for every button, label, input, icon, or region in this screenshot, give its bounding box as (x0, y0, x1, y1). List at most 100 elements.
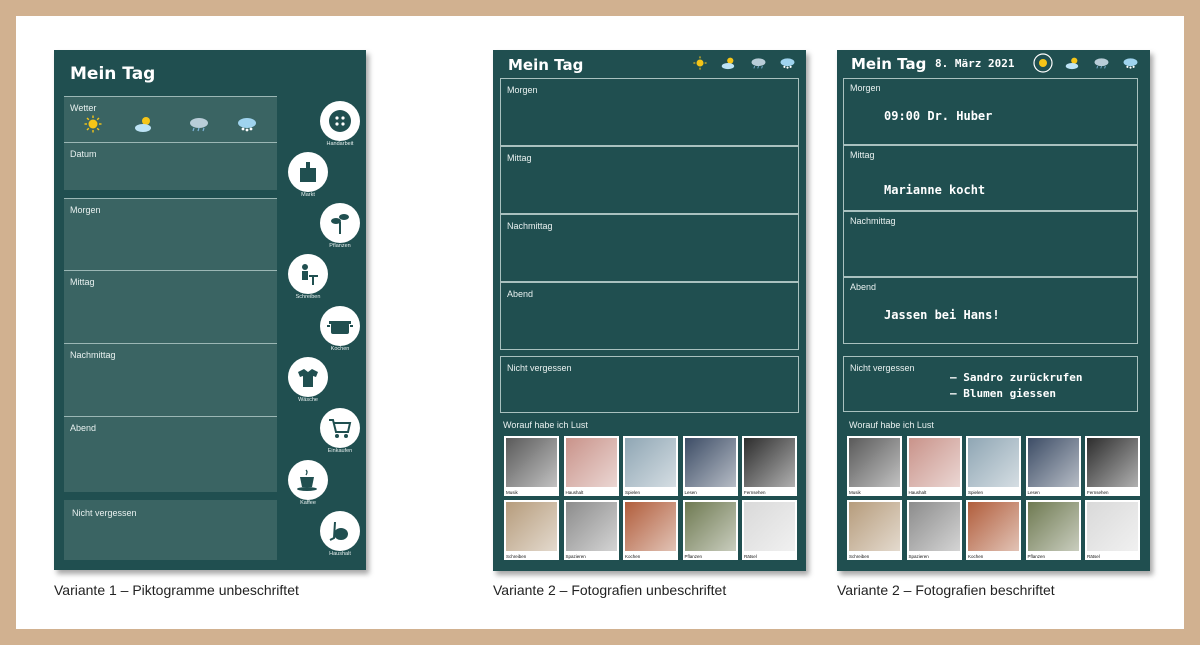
photo-label: Schreiben (506, 554, 527, 559)
photo-card-musik[interactable]: Musik (504, 436, 559, 496)
photo-card-musik[interactable]: Musik (847, 436, 902, 496)
photo-card-lesen[interactable]: Lesen (682, 436, 738, 496)
caption-variant-2b: Variante 2 – Fotografien beschriftet (837, 582, 1055, 598)
rain-cloud-icon[interactable] (188, 115, 210, 133)
photo-card-schreiben[interactable]: Schreiben (504, 500, 559, 560)
nicht-vergessen-panel[interactable]: Nicht vergessen (500, 356, 799, 413)
button-icon[interactable] (320, 101, 360, 141)
section-abend[interactable]: Abend (500, 282, 799, 350)
section-label: Nachmittag (850, 216, 896, 226)
date-text: 8. März 2021 (935, 57, 1015, 70)
sun-icon[interactable] (693, 56, 707, 70)
pictogram-label: Schreiben (295, 294, 321, 300)
pictogram-label: Kaffee (300, 500, 316, 506)
nicht-vergessen-panel[interactable]: Nicht vergessen (64, 500, 277, 560)
board-title: Mein Tag (70, 64, 156, 84)
photo-card-haushalt[interactable]: Haushalt (906, 436, 962, 496)
photo-image (506, 502, 557, 551)
photo-card-rätsel[interactable]: Rätsel (1085, 500, 1140, 560)
sun-cloud-icon[interactable] (721, 56, 738, 70)
shopping-cart-icon[interactable] (320, 408, 360, 448)
photo-label: Spielen (625, 490, 641, 495)
photo-card-spielen[interactable]: Spielen (623, 436, 678, 496)
section-label: Nachmittag (70, 350, 116, 360)
photo-card-fernsehen[interactable]: Fernsehen (1085, 436, 1140, 496)
section-label: Nachmittag (507, 221, 553, 231)
snow-cloud-icon[interactable] (1122, 56, 1139, 70)
laundry-icon[interactable] (288, 357, 328, 397)
plant-icon[interactable] (320, 203, 360, 243)
photo-image (565, 502, 617, 551)
pictogram-label: Haushalt (329, 551, 351, 557)
lust-label: Worauf habe ich Lust (849, 420, 934, 430)
photo-image (968, 502, 1019, 551)
board-variant-1: Mein Tag Wetter Datum Morgen Mittag Nach… (54, 50, 366, 570)
sun-cloud-icon[interactable] (1065, 56, 1082, 70)
photo-card-kochen[interactable]: Kochen (623, 500, 678, 560)
photo-label: Lesen (1027, 490, 1040, 495)
section-abend[interactable]: Abend (64, 416, 277, 492)
photo-label: Musik (506, 490, 518, 495)
pictogram-label: Wäsche (298, 397, 318, 403)
rain-cloud-icon[interactable] (1093, 56, 1110, 70)
photo-image (1027, 438, 1079, 487)
section-label: Mittag (70, 277, 95, 287)
pictogram-label: Kochen (330, 346, 350, 352)
board-variant-2b: Mein Tag 8. März 2021 Morgen 09:00 Dr. H… (837, 50, 1150, 571)
photo-label: Spielen (968, 490, 984, 495)
date-panel[interactable]: Datum (64, 142, 277, 190)
photo-card-schreiben[interactable]: Schreiben (847, 500, 902, 560)
coffee-icon[interactable] (288, 460, 328, 500)
section-nachmittag[interactable]: Nachmittag (843, 211, 1138, 277)
photo-image (849, 438, 900, 487)
section-morgen[interactable]: Morgen (500, 78, 799, 146)
rain-cloud-icon[interactable] (750, 56, 767, 70)
photo-card-fernsehen[interactable]: Fernsehen (742, 436, 797, 496)
photo-image (849, 502, 900, 551)
photo-card-kochen[interactable]: Kochen (966, 500, 1021, 560)
photo-card-spazieren[interactable]: Spazieren (563, 500, 619, 560)
photo-image (625, 502, 676, 551)
market-bag-icon[interactable] (288, 152, 328, 192)
photo-card-rätsel[interactable]: Rätsel (742, 500, 797, 560)
section-label: Morgen (507, 85, 538, 95)
photo-image (744, 502, 795, 551)
photo-card-pflanzen[interactable]: Pflanzen (682, 500, 738, 560)
sun-icon[interactable] (1033, 53, 1053, 73)
photo-label: Musik (849, 490, 861, 495)
section-mittag[interactable]: Mittag (500, 146, 799, 214)
photo-card-haushalt[interactable]: Haushalt (563, 436, 619, 496)
section-mittag[interactable]: Mittag Marianne kocht (843, 145, 1138, 211)
cooking-pot-icon[interactable] (320, 306, 360, 346)
photo-card-lesen[interactable]: Lesen (1025, 436, 1081, 496)
photo-image (1087, 502, 1138, 551)
photo-card-pflanzen[interactable]: Pflanzen (1025, 500, 1081, 560)
vacuum-icon[interactable] (320, 511, 360, 551)
photo-card-spielen[interactable]: Spielen (966, 436, 1021, 496)
section-morgen[interactable]: Morgen 09:00 Dr. Huber (843, 78, 1138, 145)
section-nachmittag[interactable]: Nachmittag (500, 214, 799, 282)
pictogram-label: Handarbeit (326, 141, 354, 147)
pictogram-label: Einkaufen (327, 448, 353, 454)
weather-panel: Wetter (64, 96, 277, 142)
photo-label: Fernsehen (1087, 490, 1109, 495)
writing-icon[interactable] (288, 254, 328, 294)
date-label: Datum (70, 149, 97, 159)
nicht-vergessen-label: Nicht vergessen (507, 363, 572, 373)
sun-icon[interactable] (84, 115, 102, 133)
photo-card-spazieren[interactable]: Spazieren (906, 500, 962, 560)
snow-cloud-icon[interactable] (779, 56, 796, 70)
section-morgen[interactable]: Morgen (64, 198, 277, 270)
sun-cloud-icon[interactable] (134, 115, 156, 133)
nicht-vergessen-panel[interactable]: Nicht vergessen – Sandro zurückrufen – B… (843, 356, 1138, 412)
photo-label: Lesen (684, 490, 697, 495)
section-nachmittag[interactable]: Nachmittag (64, 343, 277, 416)
section-abend[interactable]: Abend Jassen bei Hans! (843, 277, 1138, 344)
snow-cloud-icon[interactable] (236, 115, 258, 133)
section-mittag[interactable]: Mittag (64, 270, 277, 343)
photo-image (625, 438, 676, 487)
photo-image (744, 438, 795, 487)
photo-label: Rätsel (744, 554, 757, 559)
photo-label: Spazieren (565, 554, 586, 559)
photo-image (908, 438, 960, 487)
